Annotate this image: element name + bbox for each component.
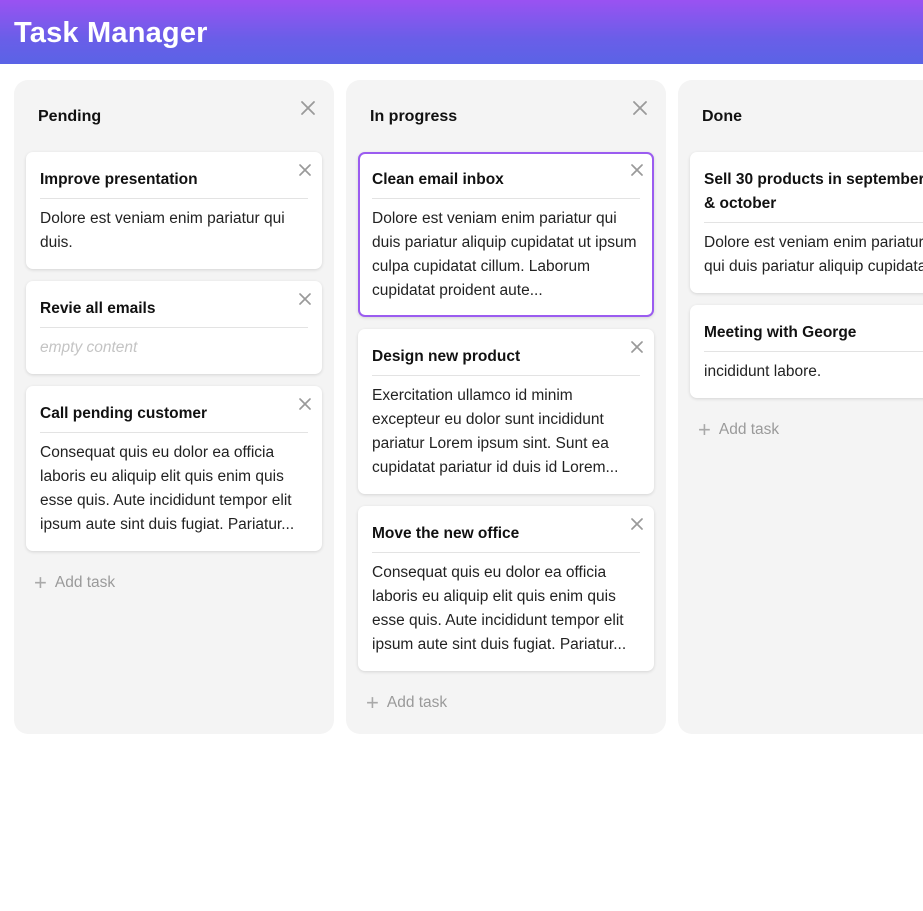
card-divider (40, 327, 308, 328)
card-divider (704, 351, 923, 352)
card-divider (372, 552, 640, 553)
card-title: Design new product (372, 348, 521, 365)
card-body: Exercitation ullamco id minim excepteur … (372, 387, 619, 476)
close-icon[interactable] (630, 517, 646, 533)
card-title: Sell 30 products in september & october (704, 171, 923, 212)
card-title: Meeting with George (704, 324, 857, 341)
card-body: Dolore est veniam enim pariatur qui duis… (40, 210, 285, 251)
close-icon[interactable] (630, 340, 646, 356)
column-title: In progress (370, 108, 458, 125)
card-body: Consequat quis eu dolor ea officia labor… (372, 564, 627, 653)
add-task-label: Add task (54, 574, 116, 591)
add-task-button[interactable]: + Add task (34, 572, 115, 594)
add-task-button[interactable]: + Add task (698, 419, 779, 441)
plus-icon: + (366, 690, 379, 715)
column-title: Done (702, 108, 742, 125)
task-card[interactable]: Call pending customer Consequat quis eu … (26, 386, 322, 551)
close-icon[interactable] (298, 292, 314, 308)
task-card[interactable]: Sell 30 products in september & october … (690, 152, 923, 293)
card-divider (372, 198, 640, 199)
column-title: Pending (38, 108, 102, 125)
card-title: Improve presentation (40, 171, 198, 188)
close-icon[interactable] (300, 100, 316, 116)
task-card[interactable]: Meeting with George incididunt labore. (690, 305, 923, 398)
close-icon[interactable] (298, 397, 314, 413)
card-body: incididunt labore. (704, 363, 822, 380)
close-icon[interactable] (632, 100, 648, 116)
close-icon[interactable] (298, 163, 314, 179)
kanban-board: Pending Improve presentation Dolore est … (0, 0, 923, 911)
add-task-label: Add task (386, 694, 448, 711)
card-divider (372, 375, 640, 376)
card-title: Revie all emails (40, 300, 156, 317)
card-body-empty: empty content (40, 339, 138, 356)
task-card[interactable]: Revie all emails empty content (26, 281, 322, 374)
card-title: Clean email inbox (372, 171, 504, 188)
card-title: Move the new office (372, 525, 520, 542)
add-task-button[interactable]: + Add task (366, 692, 447, 714)
card-title: Call pending customer (40, 405, 208, 422)
card-divider (40, 432, 308, 433)
task-card[interactable]: Design new product Exercitation ullamco … (358, 329, 654, 494)
add-task-label: Add task (718, 421, 780, 438)
card-body: Dolore est veniam enim pariatur qui duis… (704, 234, 923, 275)
card-divider (704, 222, 923, 223)
card-body: Dolore est veniam enim pariatur qui duis… (372, 210, 637, 299)
task-card-selected[interactable]: Clean email inbox Dolore est veniam enim… (358, 152, 654, 317)
task-card[interactable]: Move the new office Consequat quis eu do… (358, 506, 654, 671)
card-divider (40, 198, 308, 199)
plus-icon: + (34, 570, 47, 595)
close-icon[interactable] (630, 163, 646, 179)
plus-icon: + (698, 417, 711, 442)
card-body: Consequat quis eu dolor ea officia labor… (40, 444, 295, 533)
task-card[interactable]: Improve presentation Dolore est veniam e… (26, 152, 322, 269)
